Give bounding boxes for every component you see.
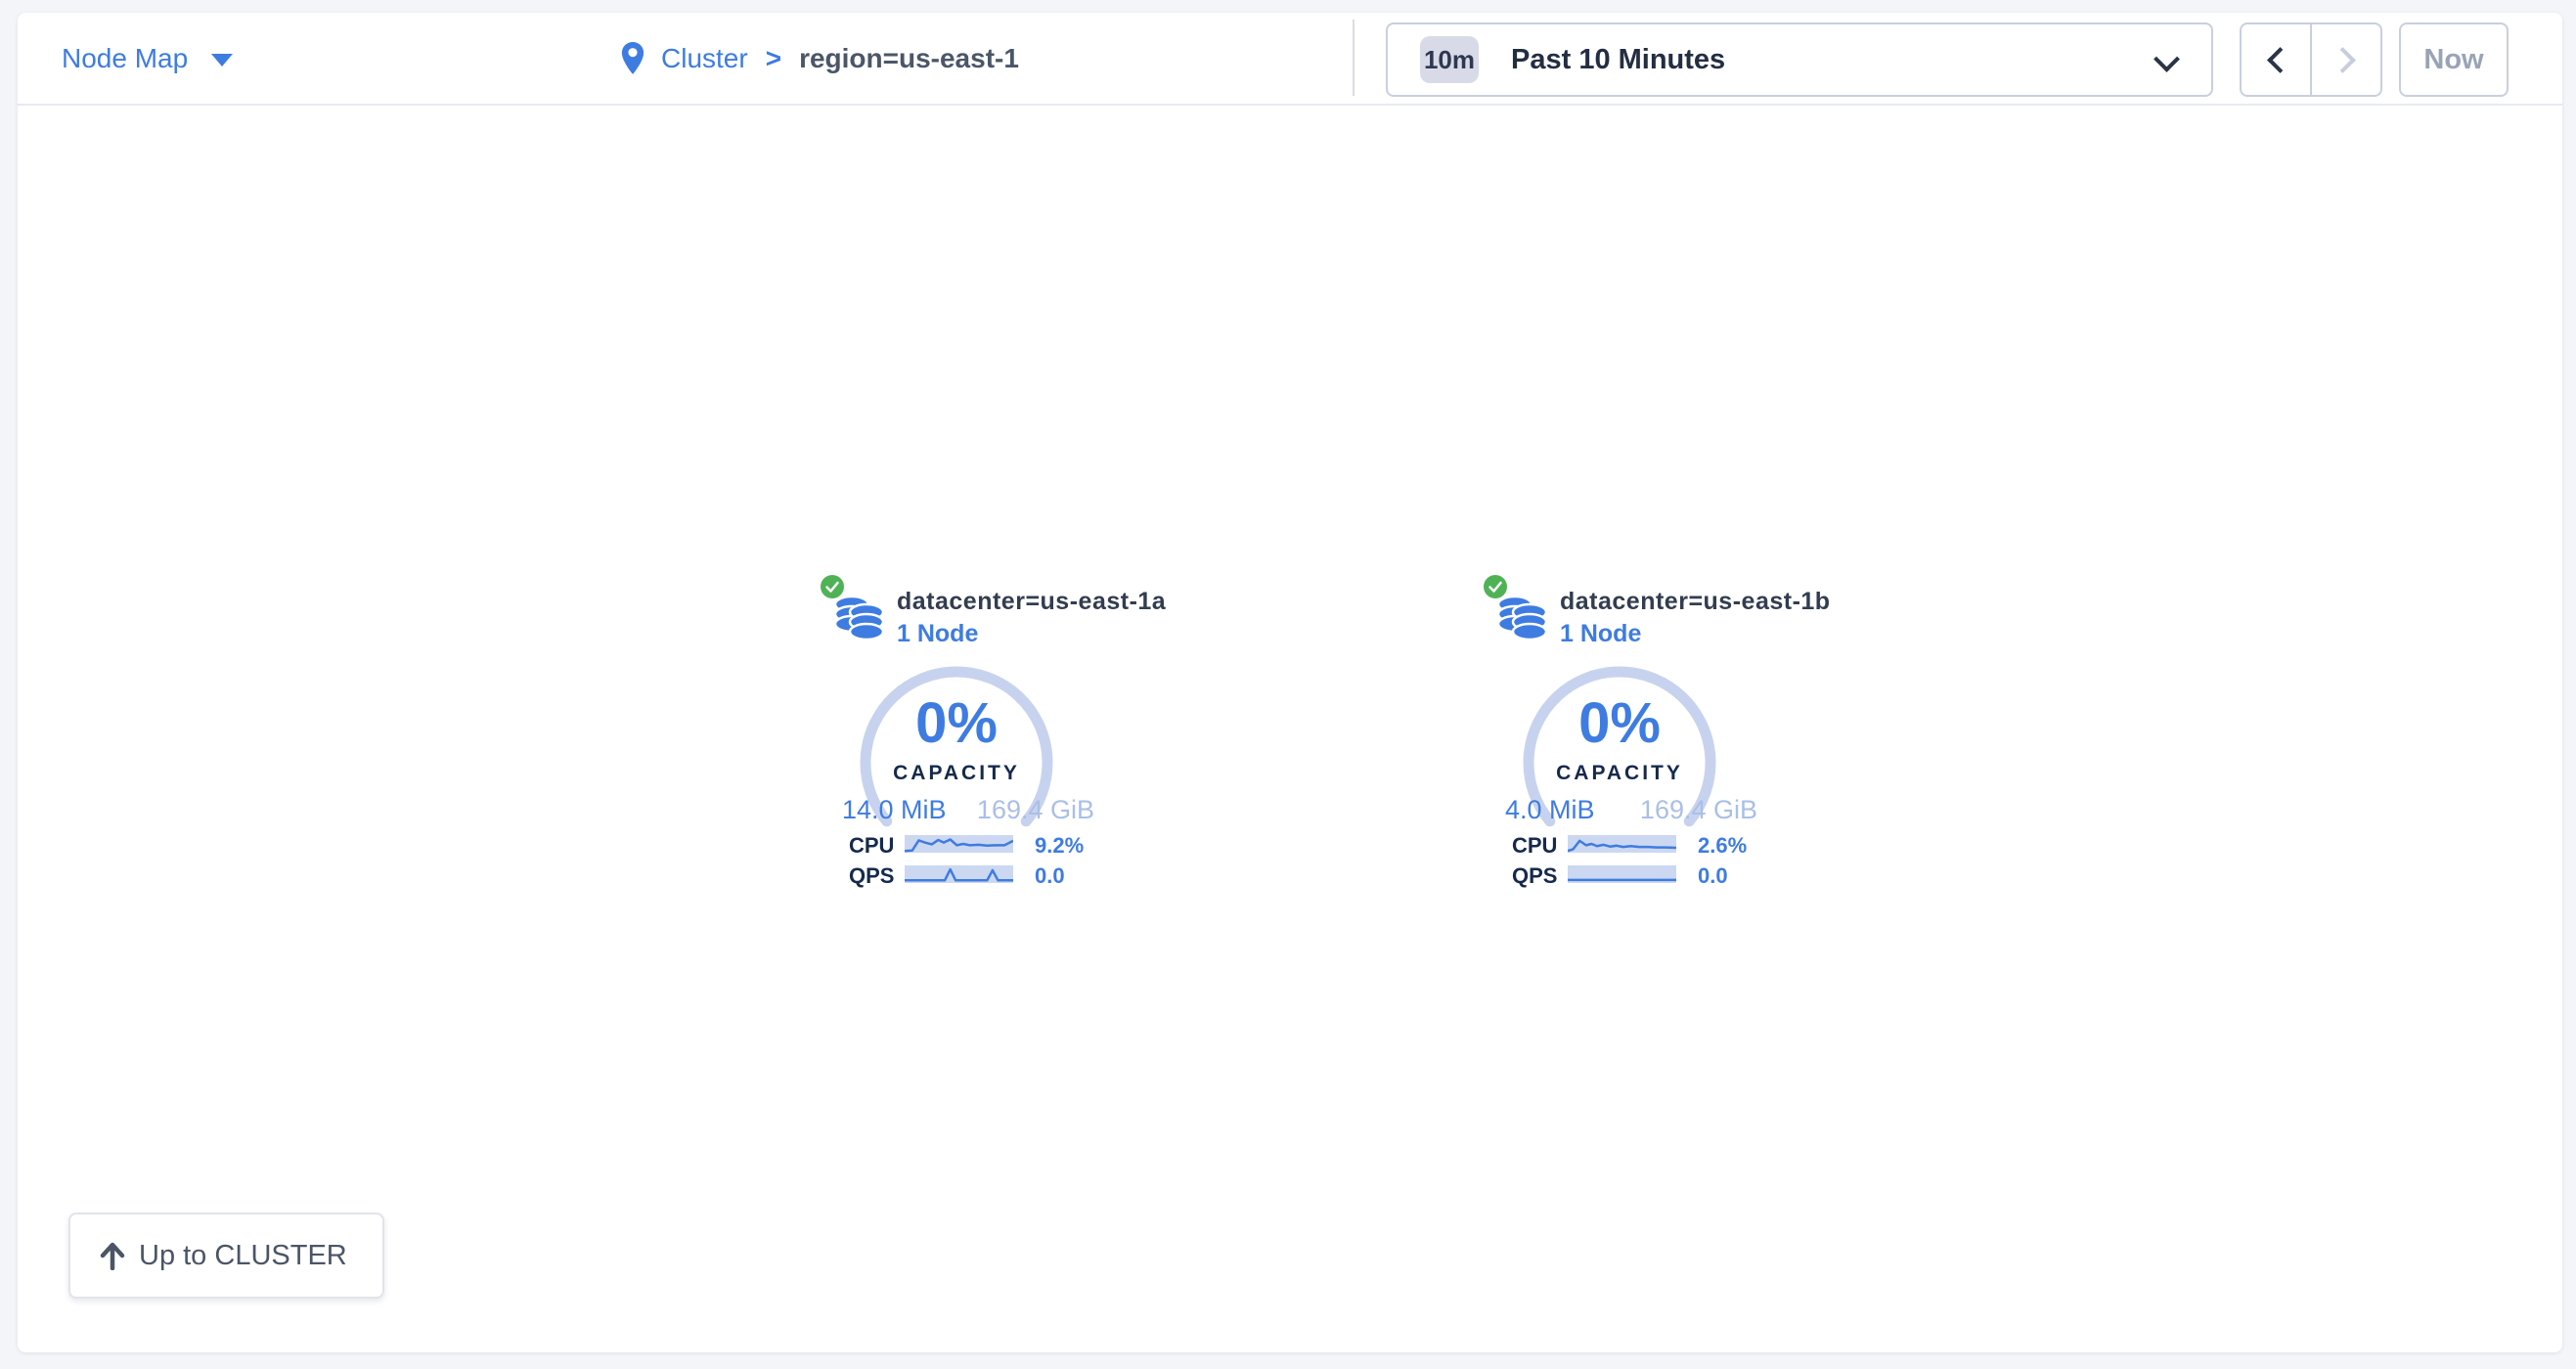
- breadcrumb-cluster-link[interactable]: Cluster: [661, 43, 748, 74]
- qps-sparkline: [905, 865, 1013, 883]
- capacity-label: CAPACITY: [1517, 762, 1722, 785]
- qps-value: 0.0: [1035, 863, 1065, 889]
- cpu-metric-row: CPU 2.6%: [1484, 833, 1821, 857]
- header: Node Map Cluster > region=us-east-1 10m …: [18, 13, 2562, 106]
- locality-title: datacenter=us-east-1b: [1560, 588, 1831, 616]
- caret-down-icon: [211, 54, 233, 66]
- locality-card-us-east-1a[interactable]: datacenter=us-east-1a 1 Node 0% CAPACITY…: [821, 573, 1158, 901]
- capacity-percent: 0%: [854, 690, 1059, 756]
- node-map-panel: Node Map Cluster > region=us-east-1 10m …: [18, 13, 2562, 1352]
- check-circle-icon: [821, 575, 844, 598]
- cpu-metric-row: CPU 9.2%: [821, 833, 1158, 857]
- cpu-sparkline: [905, 835, 1013, 853]
- chevron-right-icon: [2330, 47, 2356, 73]
- locality-title: datacenter=us-east-1a: [897, 588, 1166, 616]
- chevron-left-icon: [2267, 47, 2293, 73]
- time-nav-group: [2240, 22, 2382, 97]
- breadcrumb: Cluster > region=us-east-1: [620, 13, 1019, 104]
- arrow-up-icon: [100, 1241, 125, 1270]
- capacity-percent: 0%: [1517, 690, 1722, 756]
- check-circle-icon: [1484, 575, 1507, 598]
- cpu-label: CPU: [849, 833, 894, 859]
- time-next-button[interactable]: [2310, 24, 2380, 95]
- capacity-total: 169.4 GiB: [977, 795, 1094, 825]
- capacity-total: 169.4 GiB: [1640, 795, 1757, 825]
- locality-node-count: 1 Node: [897, 620, 978, 648]
- capacity-used: 4.0 MiB: [1505, 795, 1595, 825]
- up-to-cluster-button[interactable]: Up to CLUSTER: [68, 1213, 384, 1299]
- breadcrumb-separator: >: [766, 43, 781, 74]
- map-pin-icon: [620, 41, 645, 76]
- locality-card-us-east-1b[interactable]: datacenter=us-east-1b 1 Node 0% CAPACITY…: [1484, 573, 1821, 901]
- time-range-select[interactable]: 10m Past 10 Minutes: [1386, 22, 2213, 97]
- qps-label: QPS: [849, 863, 894, 889]
- cpu-sparkline: [1568, 835, 1676, 853]
- now-button[interactable]: Now: [2399, 22, 2509, 97]
- cpu-value: 2.6%: [1698, 833, 1747, 859]
- cpu-label: CPU: [1512, 833, 1557, 859]
- capacity-values: 14.0 MiB 169.4 GiB: [842, 795, 1094, 825]
- qps-metric-row: QPS 0.0: [821, 863, 1158, 887]
- locality-node-count: 1 Node: [1560, 620, 1641, 648]
- cpu-value: 9.2%: [1035, 833, 1084, 859]
- breadcrumb-current: region=us-east-1: [799, 43, 1019, 74]
- time-prev-button[interactable]: [2242, 24, 2310, 95]
- view-selector-label: Node Map: [62, 43, 188, 74]
- view-selector-dropdown[interactable]: Node Map: [62, 13, 233, 104]
- capacity-values: 4.0 MiB 169.4 GiB: [1505, 795, 1757, 825]
- qps-label: QPS: [1512, 863, 1557, 889]
- chevron-down-icon: [2154, 46, 2180, 72]
- qps-sparkline: [1568, 865, 1676, 883]
- qps-value: 0.0: [1698, 863, 1728, 889]
- time-range-label: Past 10 Minutes: [1511, 44, 1725, 76]
- time-range-badge: 10m: [1420, 36, 1479, 83]
- capacity-label: CAPACITY: [854, 762, 1059, 785]
- capacity-used: 14.0 MiB: [842, 795, 947, 825]
- up-to-cluster-label: Up to CLUSTER: [139, 1240, 347, 1272]
- header-divider: [1353, 20, 1355, 96]
- qps-metric-row: QPS 0.0: [1484, 863, 1821, 887]
